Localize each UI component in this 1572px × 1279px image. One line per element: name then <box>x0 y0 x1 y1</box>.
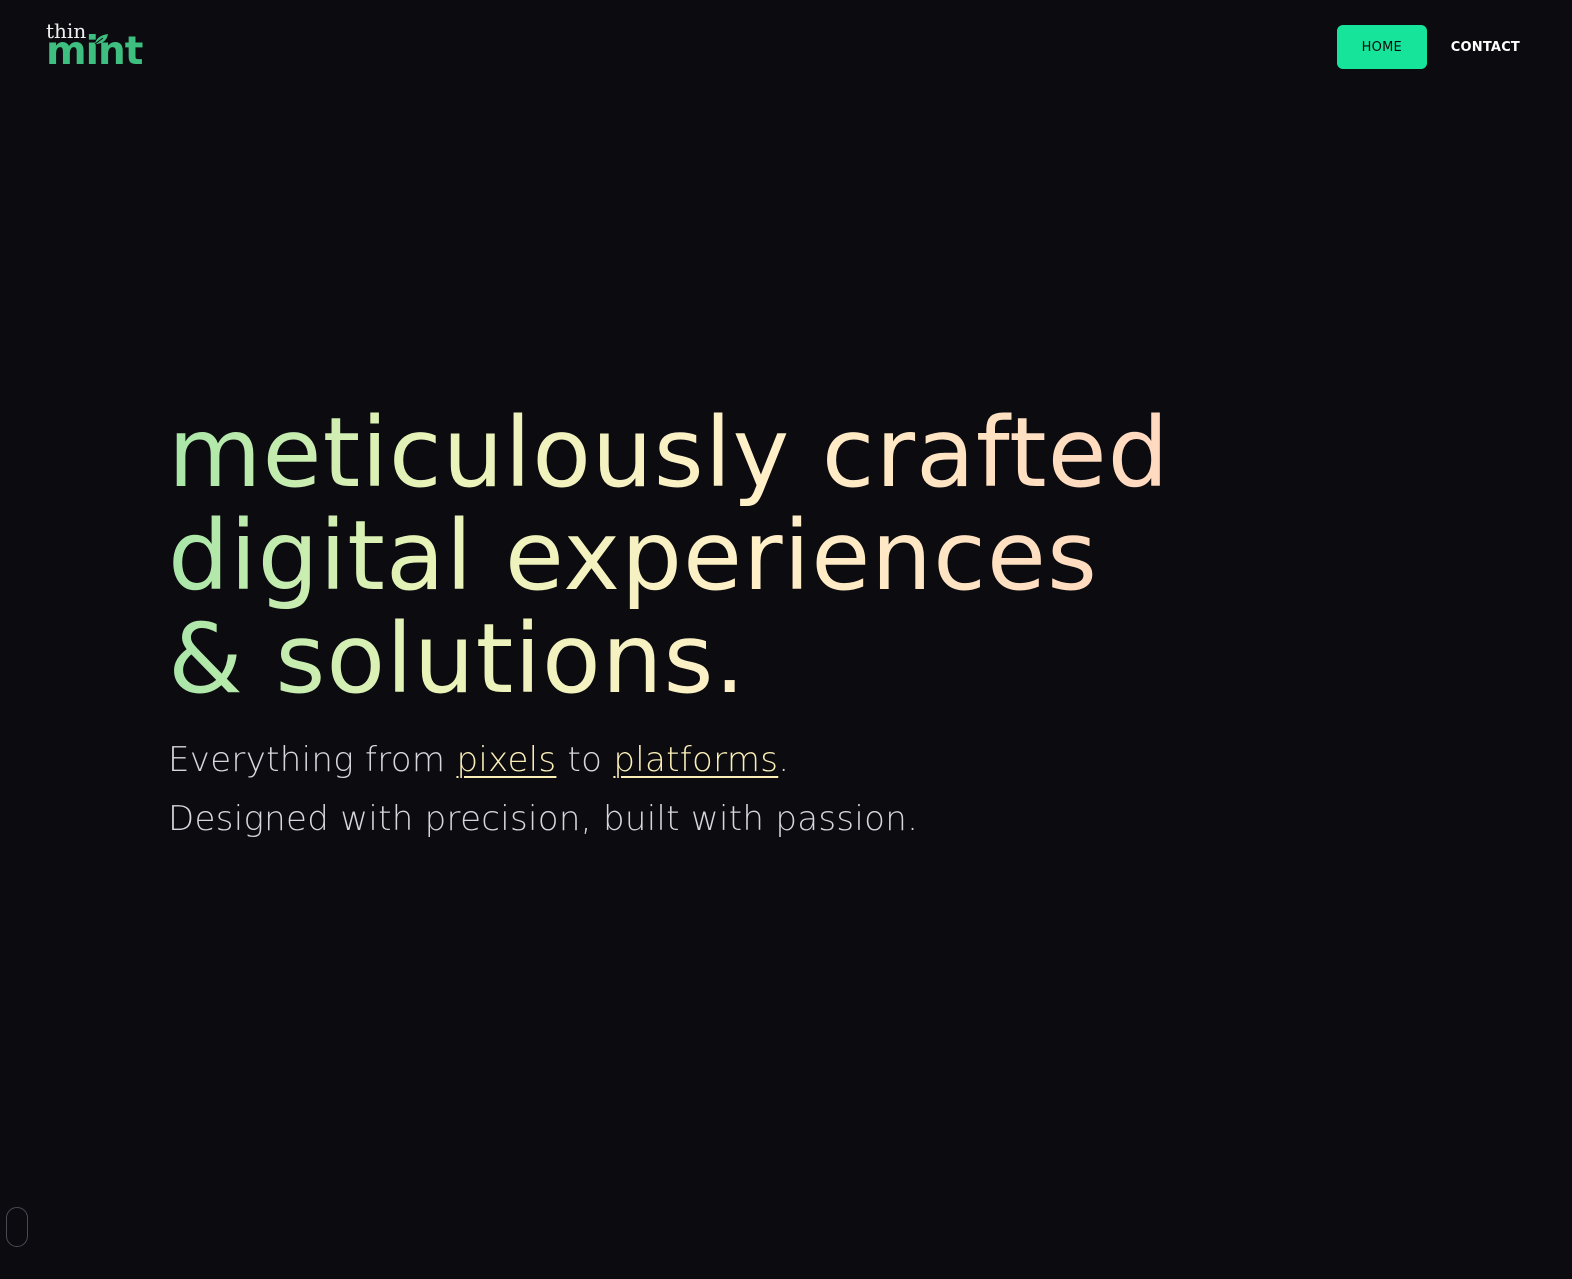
logo[interactable]: thin mint <box>46 20 166 72</box>
hero-section: meticulously crafted digital experiences… <box>168 402 1468 849</box>
hero-title-line-3: & solutions. <box>168 603 747 715</box>
nav-home-button[interactable]: HOME <box>1336 25 1427 69</box>
nav-contact-link[interactable]: CONTACT <box>1451 40 1520 55</box>
subtitle-middle: to <box>556 740 614 780</box>
hero-title-line-2: digital experiences <box>168 500 1098 612</box>
hero-title: meticulously crafted digital experiences… <box>168 402 1468 711</box>
hero-subtitle-line: Everything from pixels to platforms. <box>168 731 1468 790</box>
main-nav: HOME CONTACT <box>1336 25 1520 69</box>
subtitle-prefix: Everything from <box>168 740 457 780</box>
leaf-icon <box>94 34 108 45</box>
hero-title-line-1: meticulously crafted <box>168 397 1170 509</box>
platforms-link[interactable]: platforms <box>613 740 778 780</box>
hero-tagline: Designed with precision, built with pass… <box>168 799 919 839</box>
hero-subtitle: Everything from pixels to platforms. Des… <box>168 731 1468 849</box>
pixels-link[interactable]: pixels <box>456 740 556 780</box>
subtitle-suffix: . <box>778 740 790 780</box>
mouse-scroll-icon[interactable] <box>6 1207 28 1247</box>
